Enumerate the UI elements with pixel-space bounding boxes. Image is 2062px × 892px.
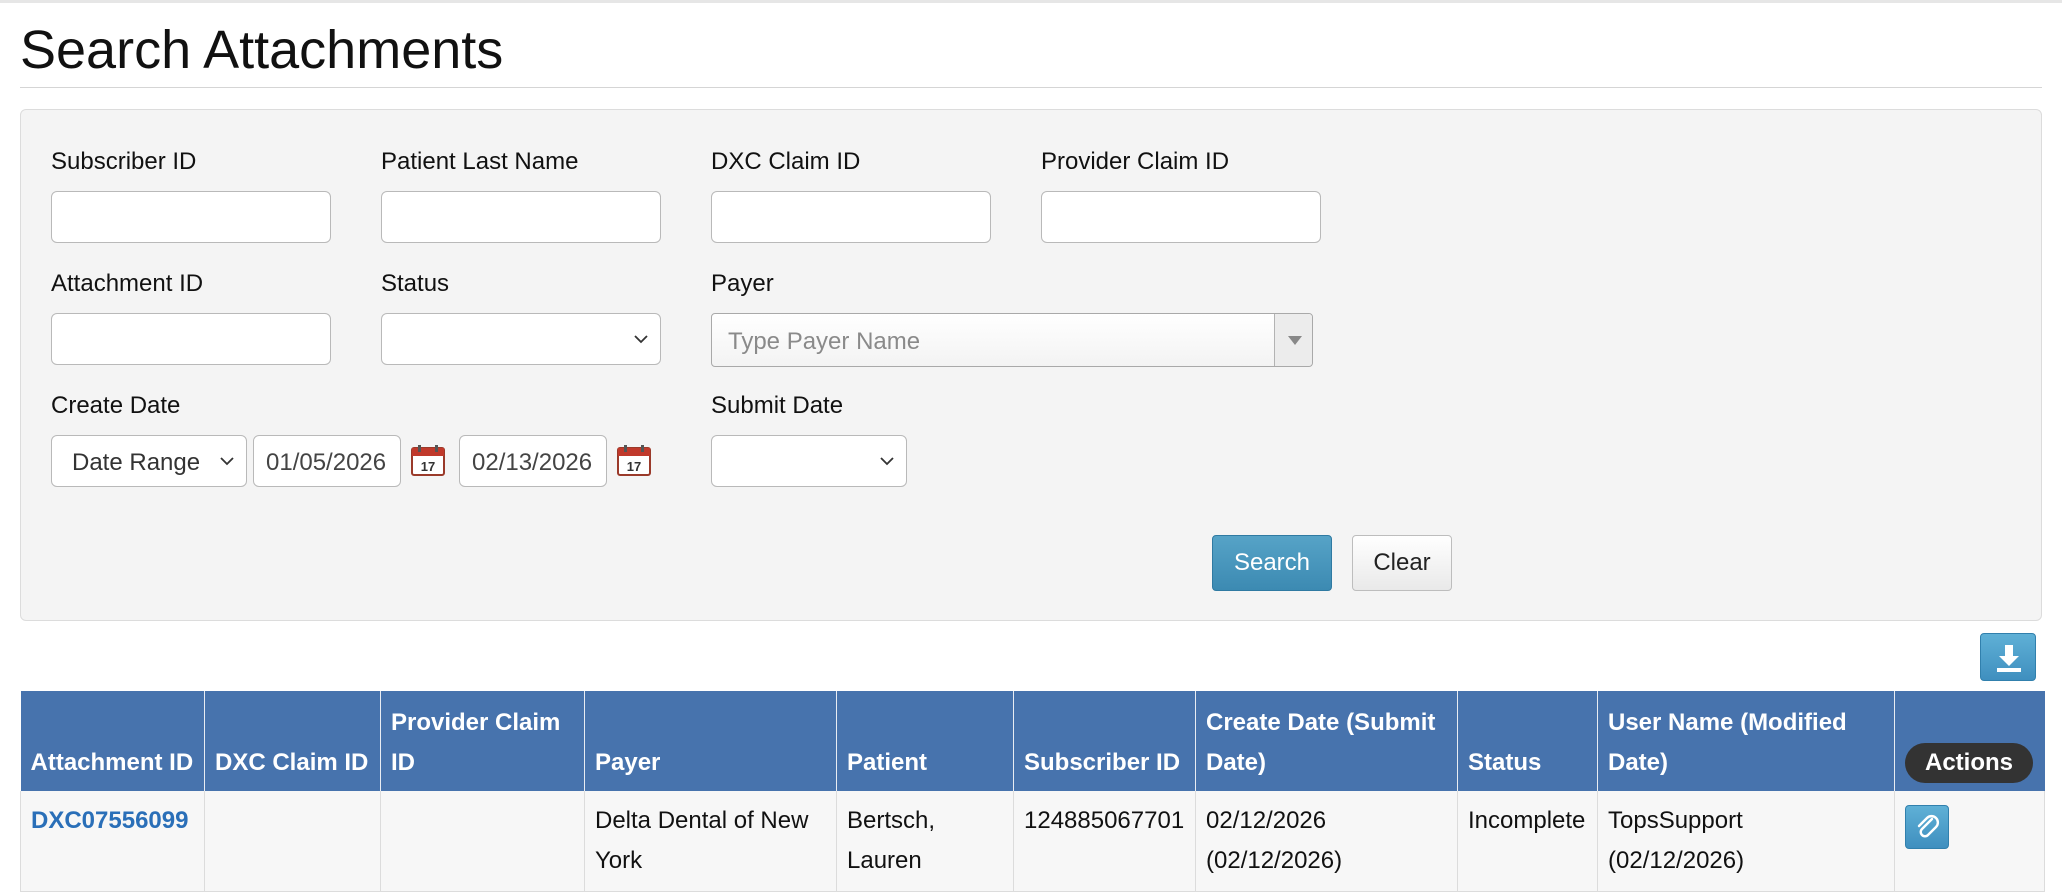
cell-attachment-id: DXC07556099	[20, 791, 205, 892]
create-date-from-value: 01/05/2026	[266, 449, 387, 476]
cell-payer: Delta Dental of New York	[584, 791, 837, 892]
calendar-icon[interactable]: 17	[617, 444, 651, 476]
patient-last-name-label: Patient Last Name	[381, 148, 579, 175]
column-header-status[interactable]: Status	[1457, 691, 1598, 791]
create-date-mode-value: Date Range	[72, 449, 201, 476]
create-date-mode-select[interactable]: Date Range	[51, 435, 247, 487]
search-button[interactable]: Search	[1212, 535, 1332, 591]
attachment-id-input[interactable]	[51, 313, 331, 365]
payer-dropdown-toggle[interactable]	[1274, 314, 1312, 366]
payer-label: Payer	[711, 270, 774, 297]
cell-patient: Bertsch, Lauren	[836, 791, 1014, 892]
cell-provider-claim-id	[380, 791, 585, 892]
status-label: Status	[381, 270, 450, 297]
calendar-day: 17	[421, 459, 435, 474]
cell-actions	[1894, 791, 2045, 892]
download-icon	[1997, 645, 2021, 672]
chevron-down-icon	[880, 457, 894, 466]
chevron-down-icon	[220, 457, 234, 466]
table-row: DXC07556099 Delta Dental of New York Ber…	[20, 791, 2045, 892]
cell-user-name: TopsSupport (02/12/2026)	[1597, 791, 1895, 892]
column-header-user-name[interactable]: User Name (Modified Date)	[1597, 691, 1895, 791]
subscriber-id-label: Subscriber ID	[51, 148, 197, 175]
dxc-claim-id-input[interactable]	[711, 191, 991, 243]
dxc-claim-id-label: DXC Claim ID	[711, 148, 861, 175]
payer-placeholder: Type Payer Name	[728, 328, 921, 355]
chevron-down-icon	[634, 335, 648, 344]
create-date-label: Create Date	[51, 392, 181, 419]
provider-claim-id-label: Provider Claim ID	[1041, 148, 1230, 175]
export-download-button[interactable]	[1980, 633, 2036, 681]
create-date-to-value: 02/13/2026	[472, 449, 593, 476]
cell-create-date: 02/12/2026 (02/12/2026)	[1195, 791, 1458, 892]
attachment-id-link[interactable]: DXC07556099	[31, 807, 188, 834]
payer-combobox[interactable]: Type Payer Name	[711, 313, 1313, 367]
caret-down-icon	[1288, 336, 1302, 345]
paperclip-icon	[1917, 815, 1939, 838]
column-header-actions: Actions	[1894, 691, 2045, 791]
column-header-payer[interactable]: Payer	[584, 691, 837, 791]
create-date-to-input[interactable]: 02/13/2026	[459, 435, 607, 487]
actions-header-pill: Actions	[1905, 743, 2034, 783]
create-date-from-input[interactable]: 01/05/2026	[253, 435, 401, 487]
patient-last-name-input[interactable]	[381, 191, 661, 243]
search-filter-panel: Subscriber ID Patient Last Name DXC Clai…	[20, 109, 2042, 621]
clear-button[interactable]: Clear	[1352, 535, 1452, 591]
column-header-patient[interactable]: Patient	[836, 691, 1014, 791]
title-divider	[20, 87, 2042, 88]
cell-dxc-claim-id	[204, 791, 381, 892]
table-header-row: Attachment ID DXC Claim ID Provider Clai…	[20, 691, 2045, 791]
attachments-table: Attachment ID DXC Claim ID Provider Clai…	[20, 691, 2045, 892]
cell-subscriber-id: 124885067701	[1013, 791, 1196, 892]
submit-date-label: Submit Date	[711, 392, 844, 419]
cell-status: Incomplete	[1457, 791, 1598, 892]
calendar-day: 17	[627, 459, 641, 474]
calendar-icon[interactable]: 17	[411, 444, 445, 476]
status-select[interactable]	[381, 313, 661, 365]
column-header-dxc-claim-id[interactable]: DXC Claim ID	[204, 691, 381, 791]
submit-date-select[interactable]	[711, 435, 907, 487]
subscriber-id-input[interactable]	[51, 191, 331, 243]
column-header-provider-claim-id[interactable]: Provider Claim ID	[380, 691, 585, 791]
column-header-attachment-id[interactable]: Attachment ID	[20, 691, 205, 791]
attachment-action-button[interactable]	[1905, 805, 1949, 849]
column-header-create-date[interactable]: Create Date (Submit Date)	[1195, 691, 1458, 791]
attachment-id-label: Attachment ID	[51, 270, 204, 297]
provider-claim-id-input[interactable]	[1041, 191, 1321, 243]
page-title: Search Attachments	[20, 20, 504, 80]
column-header-subscriber-id[interactable]: Subscriber ID	[1013, 691, 1196, 791]
